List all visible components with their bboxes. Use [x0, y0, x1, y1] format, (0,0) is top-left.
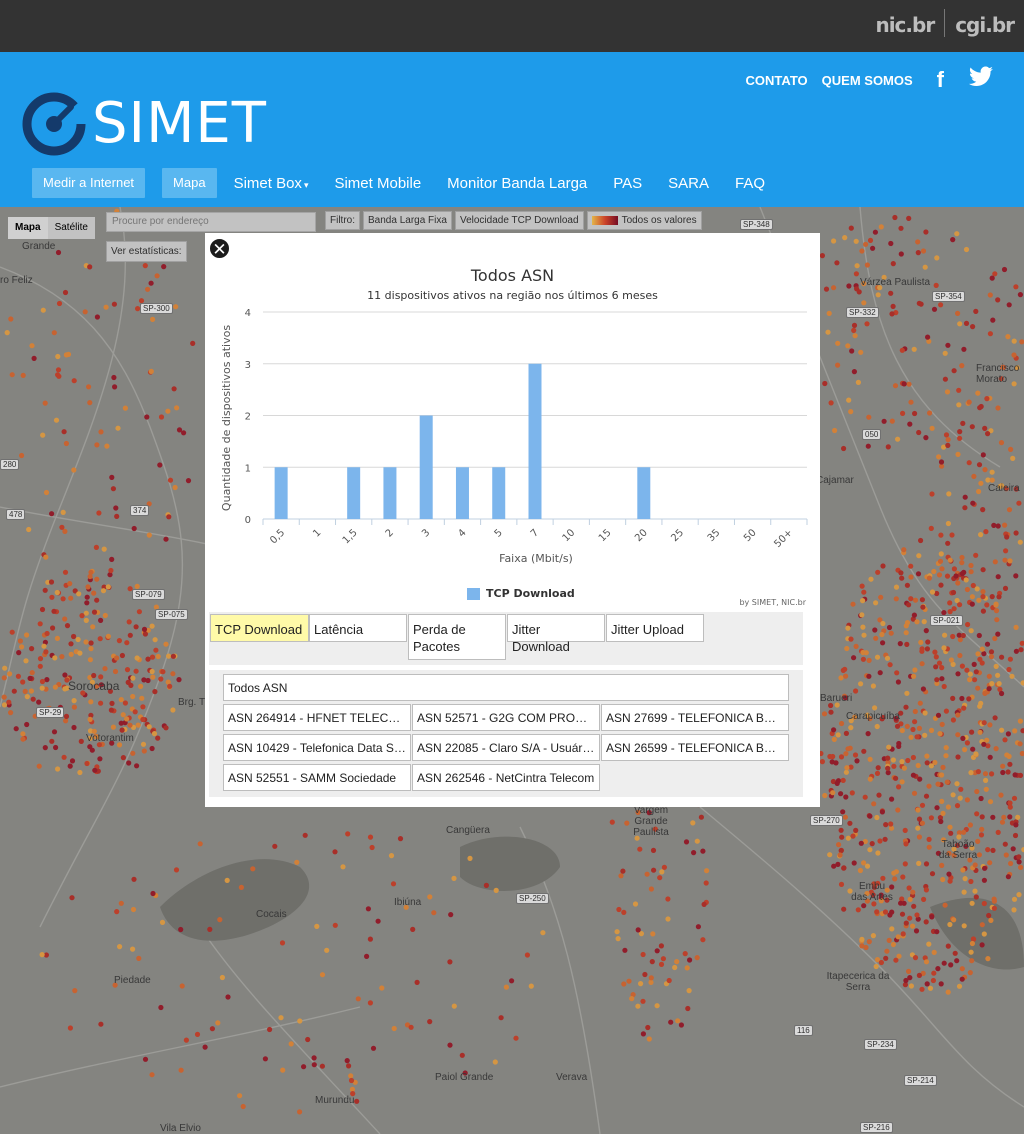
main-nav: Medir a Internet Mapa Simet Box ▾ Simet M… [32, 168, 791, 198]
map-button[interactable]: Mapa [162, 168, 217, 198]
legend-series-name: TCP Download [486, 587, 575, 600]
asn-option-all[interactable]: Todos ASN [223, 674, 789, 701]
nav-pas[interactable]: PAS [613, 175, 642, 192]
nav-sara[interactable]: SARA [668, 175, 709, 192]
twitter-icon[interactable] [968, 66, 994, 94]
tab-perda-de-pacotes[interactable]: Perda de Pacotes [408, 614, 506, 660]
x-tick-label: 3 [420, 527, 432, 539]
bar[interactable] [528, 363, 542, 519]
x-tick-label: 10 [561, 527, 578, 544]
nic-br-logo[interactable]: nic.br [875, 6, 935, 39]
asn-option[interactable]: ASN 26599 - TELEFONICA BRASIL [601, 734, 789, 761]
utility-links: CONTATO QUEM SOMOS f [746, 66, 994, 94]
y-tick-label: 4 [245, 308, 251, 319]
chart-credit: by SIMET, NIC.br [739, 598, 806, 607]
logo-divider [944, 8, 946, 37]
bar[interactable] [637, 467, 651, 519]
bar[interactable] [383, 467, 397, 519]
simet-logo[interactable]: SIMET [22, 92, 267, 156]
site-header: SIMET CONTATO QUEM SOMOS f Medir a Inter… [0, 52, 1024, 207]
asn-option[interactable]: ASN 10429 - Telefonica Data S.A. [223, 734, 411, 761]
metric-tab-bar: TCP Download Latência Perda de Pacotes J… [209, 612, 803, 665]
asn-option[interactable]: ASN 264914 - HFNET TELECOMUNICAÇÕES [223, 704, 411, 731]
asn-option[interactable]: ASN 262546 - NetCintra Telecom [412, 764, 600, 791]
bar-chart: 0,5 1 1,5 2 3 4 5 7 10 15 20 25 35 50 50+ 0 1 2 3 4 Quanti… [220, 308, 808, 565]
cgi-br-logo[interactable]: cgi.br [955, 6, 1015, 39]
x-tick-label: 5 [493, 527, 505, 539]
x-tick-label: 20 [633, 527, 650, 544]
y-tick-label: 0 [245, 515, 251, 526]
facebook-icon[interactable]: f [937, 67, 944, 93]
y-tick-label: 1 [245, 463, 251, 474]
nav-simet-box-label: Simet Box [233, 174, 302, 192]
bar[interactable] [492, 467, 506, 519]
asn-option[interactable]: ASN 52571 - G2G COM PROVEDOR [412, 704, 600, 731]
nav-faq[interactable]: FAQ [735, 175, 765, 192]
x-axis-title: Faixa (Mbit/s) [499, 552, 573, 565]
x-tick-label: 50 [742, 527, 759, 544]
bar[interactable] [347, 467, 361, 519]
bar[interactable] [274, 467, 288, 519]
speedometer-icon [22, 92, 86, 156]
x-tick-label: 1,5 [341, 527, 360, 546]
y-tick-label: 3 [245, 360, 251, 371]
x-tick-label: 7 [529, 527, 541, 539]
tab-jitter-download[interactable]: Jitter Download [507, 614, 605, 654]
cgi-logo-text: cgi [955, 13, 986, 37]
bar[interactable] [419, 415, 433, 520]
bar[interactable] [455, 467, 469, 519]
legend-swatch [467, 587, 480, 600]
tab-latencia[interactable]: Latência [309, 614, 407, 642]
x-tick-label: 1 [311, 527, 323, 539]
chart-legend[interactable]: TCP Download [467, 587, 575, 600]
cgi-logo-suffix: .br [985, 13, 1015, 37]
tab-tcp-download[interactable]: TCP Download [210, 614, 309, 642]
top-bar: nic.br cgi.br [0, 0, 1024, 52]
close-icon[interactable]: ✕ [208, 237, 231, 260]
asn-option[interactable]: ASN 52551 - SAMM Sociedade [223, 764, 411, 791]
x-tick-label: 35 [706, 527, 723, 544]
x-tick-label: 25 [669, 527, 686, 544]
y-tick-label: 2 [245, 412, 251, 423]
partner-logos: nic.br cgi.br [875, 6, 1015, 39]
nav-monitor-banda-larga[interactable]: Monitor Banda Larga [447, 175, 587, 192]
contato-link[interactable]: CONTATO [746, 73, 808, 88]
nav-simet-mobile[interactable]: Simet Mobile [334, 175, 421, 192]
tab-jitter-upload[interactable]: Jitter Upload [606, 614, 704, 642]
asn-selector: Todos ASN ASN 264914 - HFNET TELECOMUNIC… [209, 670, 803, 797]
x-tick-label: 0,5 [268, 527, 287, 546]
quem-somos-link[interactable]: QUEM SOMOS [822, 73, 913, 88]
nic-logo-suffix: .br [905, 13, 935, 37]
asn-option[interactable]: ASN 27699 - TELEFONICA BRASIL [601, 704, 789, 731]
x-tick-label: 2 [384, 527, 396, 539]
caret-down-icon: ▾ [303, 179, 309, 190]
asn-option[interactable]: ASN 22085 - Claro S/A - Usuários [412, 734, 600, 761]
nic-logo-text: nic [875, 13, 906, 37]
measure-internet-button[interactable]: Medir a Internet [32, 168, 146, 198]
y-axis-title: Quantidade de dispositivos ativos [220, 325, 233, 511]
x-tick-label: 15 [597, 527, 614, 544]
x-tick-label: 50+ [772, 527, 795, 550]
x-tick-label: 4 [456, 527, 468, 539]
statistics-modal: Todos ASN 11 dispositivos ativos na regi… [205, 233, 820, 807]
brand-wordmark: SIMET [92, 91, 267, 156]
nav-simet-box[interactable]: Simet Box ▾ [234, 175, 309, 192]
